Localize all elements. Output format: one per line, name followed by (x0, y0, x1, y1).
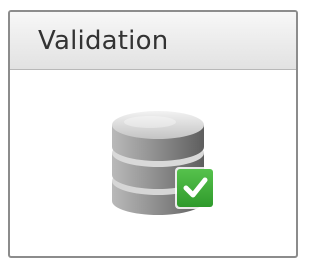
checkmark-badge (175, 167, 215, 209)
validation-tile[interactable]: Validation (8, 10, 298, 258)
tile-title: Validation (38, 25, 169, 56)
tile-body (10, 70, 296, 256)
database-validated-icon (112, 111, 215, 215)
tile-header: Validation (10, 12, 296, 70)
